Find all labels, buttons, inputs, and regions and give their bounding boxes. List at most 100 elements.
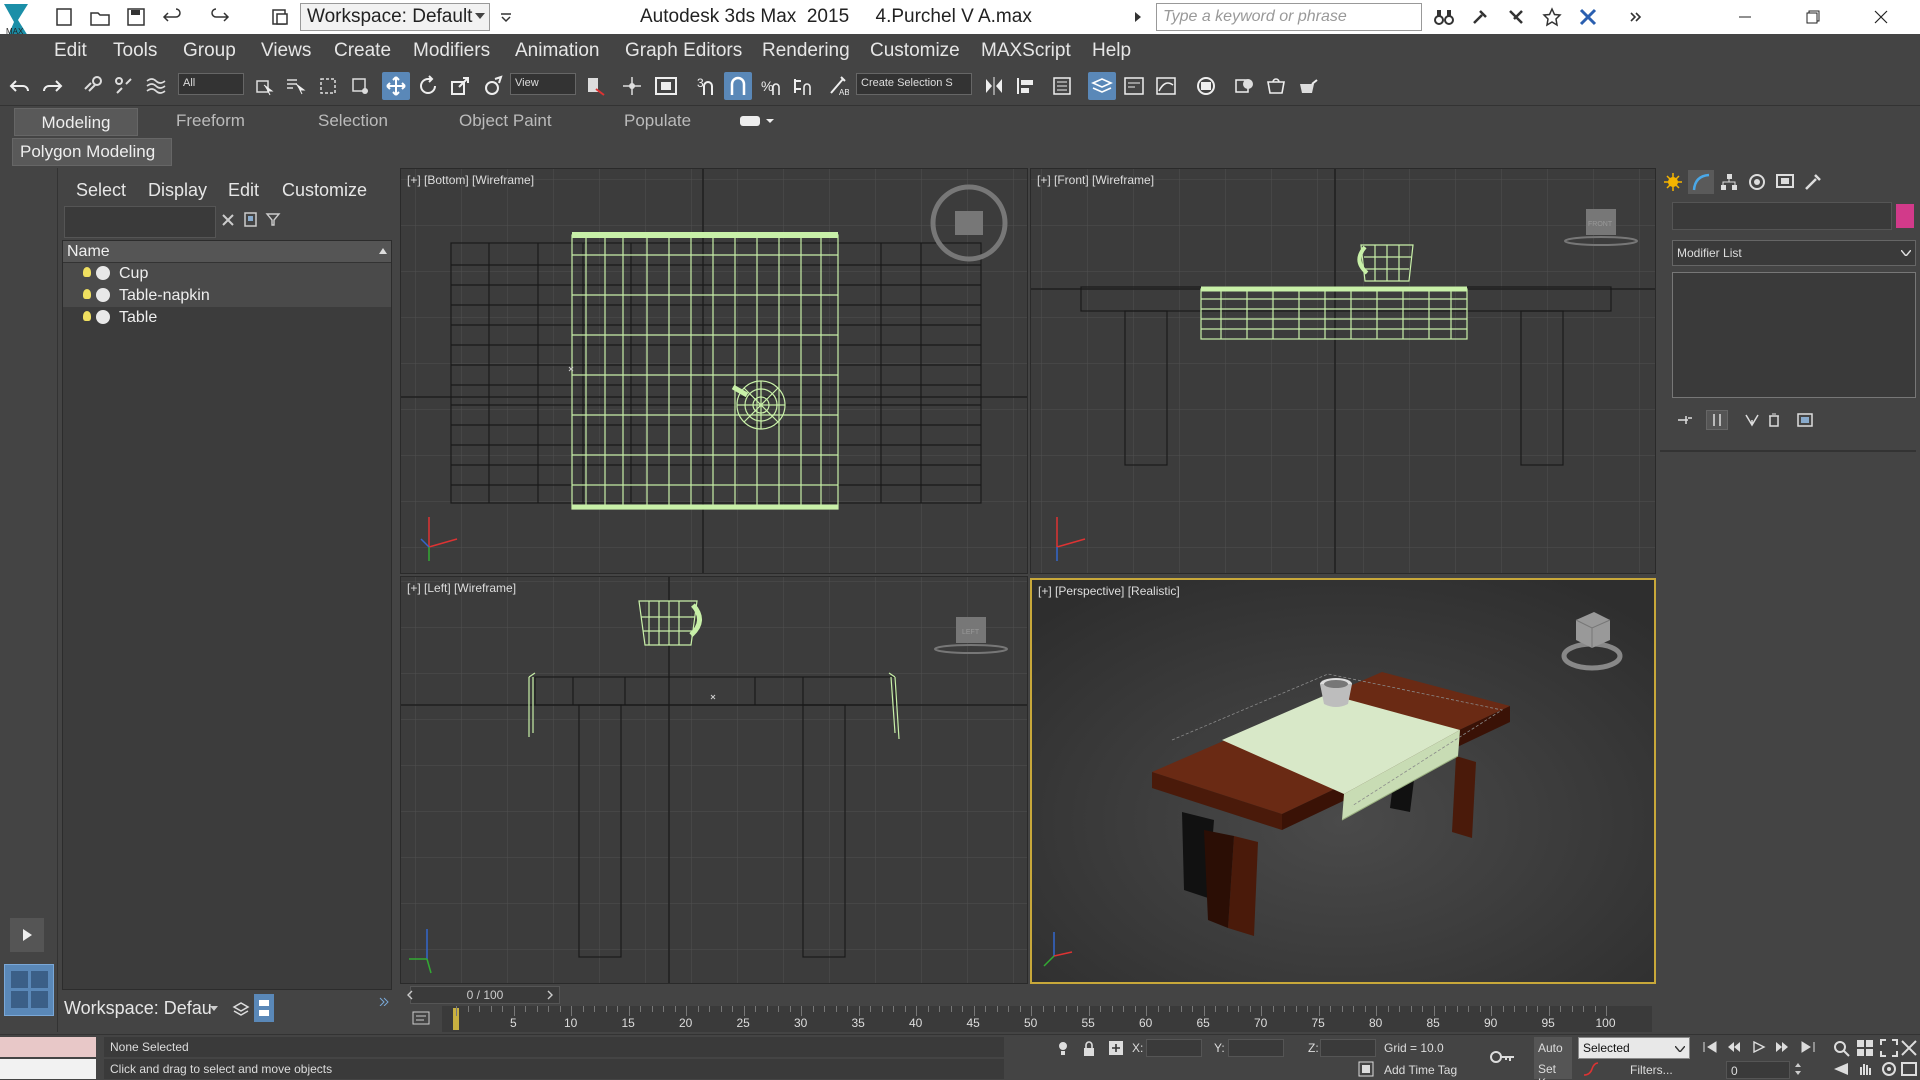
menu-group[interactable]: Group bbox=[183, 40, 236, 62]
viewport-label[interactable]: [+] [Bottom] [Wireframe] bbox=[407, 173, 534, 187]
zoom-all-icon[interactable] bbox=[1856, 1039, 1874, 1057]
field-of-view-icon[interactable] bbox=[1832, 1061, 1850, 1077]
clear-filter-icon[interactable] bbox=[220, 212, 236, 228]
named-selection-dropdown[interactable]: Create Selection S bbox=[856, 73, 972, 95]
add-time-tag-button[interactable]: Add Time Tag bbox=[1384, 1063, 1457, 1077]
angle-snap-icon[interactable] bbox=[724, 72, 752, 100]
list-item[interactable]: Table bbox=[63, 307, 391, 329]
hierarchy-tab-icon[interactable] bbox=[1716, 170, 1742, 194]
ribbon-options-icon[interactable] bbox=[740, 113, 774, 129]
object-name-field[interactable] bbox=[1672, 202, 1892, 230]
menu-create[interactable]: Create bbox=[334, 40, 391, 62]
time-slider[interactable]: 0 / 100 bbox=[410, 986, 560, 1004]
se-menu-customize[interactable]: Customize bbox=[282, 180, 367, 201]
viewport-layout-icon[interactable] bbox=[4, 964, 54, 1016]
keyboard-shortcut-override-icon[interactable] bbox=[652, 72, 680, 100]
curve-editor-icon[interactable] bbox=[1152, 72, 1180, 100]
communication-center-icon[interactable] bbox=[1502, 4, 1530, 30]
visibility-icon[interactable] bbox=[96, 310, 110, 324]
expand-search-icon[interactable] bbox=[1130, 4, 1146, 30]
menu-views[interactable]: Views bbox=[261, 40, 311, 62]
modify-tab-icon[interactable] bbox=[1688, 170, 1714, 194]
menu-graph-editors[interactable]: Graph Editors bbox=[625, 40, 742, 62]
x-coord-field[interactable] bbox=[1146, 1039, 1202, 1057]
utilities-tab-icon[interactable] bbox=[1800, 170, 1826, 194]
search-input[interactable]: Type a keyword or phrase bbox=[1156, 3, 1422, 31]
ribbon-tab-modeling[interactable]: Modeling bbox=[14, 108, 138, 136]
select-and-place-icon[interactable] bbox=[478, 72, 506, 100]
mirror-icon[interactable] bbox=[980, 72, 1008, 100]
pan-icon[interactable] bbox=[1856, 1061, 1874, 1077]
previous-frame-icon[interactable] bbox=[1726, 1041, 1742, 1053]
isolate-selection-icon[interactable] bbox=[1056, 1041, 1070, 1057]
minimize-button[interactable] bbox=[1712, 0, 1778, 34]
viewport-perspective[interactable]: [+] [Perspective] [Realistic] bbox=[1030, 578, 1656, 984]
render-setup-icon[interactable] bbox=[1262, 72, 1290, 100]
redo-icon[interactable] bbox=[206, 4, 234, 30]
select-and-scale-icon[interactable] bbox=[446, 72, 474, 100]
light-bulb-icon[interactable] bbox=[83, 267, 91, 277]
maximize-viewport-icon[interactable] bbox=[1900, 1061, 1918, 1077]
chevron-down-icon[interactable] bbox=[210, 1006, 218, 1011]
manipulate-icon[interactable] bbox=[618, 72, 646, 100]
go-to-end-icon[interactable] bbox=[1800, 1041, 1816, 1053]
viewport-label[interactable]: [+] [Left] [Wireframe] bbox=[407, 581, 516, 595]
menu-maxscript[interactable]: MAXScript bbox=[981, 40, 1071, 62]
more-icon[interactable] bbox=[1622, 4, 1650, 30]
set-key-icon[interactable] bbox=[1490, 1049, 1516, 1065]
select-by-name-icon[interactable] bbox=[282, 72, 310, 100]
ribbon-tab-selection[interactable]: Selection bbox=[318, 111, 388, 131]
toggle-scene-explorer-icon[interactable] bbox=[1048, 72, 1076, 100]
viewport-label[interactable]: [+] [Perspective] [Realistic] bbox=[1038, 584, 1180, 598]
light-bulb-icon[interactable] bbox=[83, 289, 91, 299]
render-production-icon[interactable] bbox=[1294, 72, 1322, 100]
align-icon[interactable] bbox=[1012, 72, 1040, 100]
go-to-start-icon[interactable] bbox=[1702, 1041, 1718, 1053]
ribbon-tab-populate[interactable]: Populate bbox=[624, 111, 691, 131]
expand-layout-icon[interactable] bbox=[10, 918, 44, 952]
modifier-list-dropdown[interactable]: Modifier List bbox=[1672, 240, 1916, 266]
workspace-dropdown[interactable]: Workspace: Default bbox=[300, 3, 490, 31]
se-menu-display[interactable]: Display bbox=[148, 180, 207, 201]
edit-named-selection-icon[interactable]: ABC bbox=[824, 72, 852, 100]
timeline-track[interactable]: 5 10 15 20 25 30 35 40 45 50 55 60 65 70 75 80 85 90 95 100 bbox=[442, 1006, 1652, 1032]
window-crossing-icon[interactable] bbox=[346, 72, 374, 100]
create-tab-icon[interactable] bbox=[1660, 170, 1686, 194]
add-filter-icon[interactable] bbox=[242, 210, 260, 228]
reference-coordinate-dropdown[interactable]: View bbox=[510, 73, 576, 95]
current-frame-field[interactable]: 0 bbox=[1726, 1061, 1790, 1079]
menu-tools[interactable]: Tools bbox=[113, 40, 157, 62]
new-file-icon[interactable] bbox=[50, 4, 78, 30]
polygon-modeling-panel[interactable]: Polygon Modeling bbox=[12, 138, 172, 166]
key-filter-dropdown[interactable]: Selected bbox=[1578, 1037, 1690, 1059]
ribbon-tab-object-paint[interactable]: Object Paint bbox=[459, 111, 552, 131]
maxscript-listener-mini[interactable] bbox=[0, 1037, 96, 1057]
hierarchy-explorer-icon[interactable] bbox=[254, 994, 274, 1022]
visibility-icon[interactable] bbox=[96, 288, 110, 302]
menu-animation[interactable]: Animation bbox=[515, 40, 600, 62]
orbit-icon[interactable] bbox=[1880, 1061, 1898, 1077]
next-frame-icon[interactable] bbox=[1774, 1041, 1790, 1053]
explorer-workspace-dropdown[interactable]: Workspace: Defau bbox=[64, 998, 212, 1019]
collapse-panel-icon[interactable] bbox=[378, 996, 390, 1006]
visibility-icon[interactable] bbox=[96, 266, 110, 280]
se-menu-edit[interactable]: Edit bbox=[228, 180, 259, 201]
mini-curve-editor-icon[interactable] bbox=[412, 1010, 430, 1026]
time-slider-next-icon[interactable] bbox=[546, 990, 554, 1000]
selection-filter-dropdown[interactable]: All bbox=[178, 73, 244, 95]
time-tag-icon[interactable] bbox=[1358, 1061, 1374, 1077]
make-unique-icon[interactable] bbox=[1744, 412, 1762, 428]
exchange-apps-icon[interactable] bbox=[1574, 4, 1602, 30]
binoculars-icon[interactable] bbox=[1430, 4, 1458, 30]
viewport-bottom[interactable]: [+] [Bottom] [Wireframe] bbox=[400, 168, 1028, 574]
key-filters-button[interactable]: Filters... bbox=[1630, 1063, 1673, 1077]
spinner-icon[interactable] bbox=[1794, 1061, 1802, 1077]
maxscript-output-mini[interactable] bbox=[0, 1059, 96, 1079]
auto-key-button[interactable]: Auto bbox=[1534, 1037, 1572, 1059]
pivot-center-icon[interactable] bbox=[582, 72, 610, 100]
close-button[interactable] bbox=[1848, 0, 1914, 34]
object-color-swatch[interactable] bbox=[1896, 204, 1914, 228]
rectangular-selection-icon[interactable] bbox=[314, 72, 342, 100]
se-menu-select[interactable]: Select bbox=[76, 180, 126, 201]
list-item[interactable]: Cup bbox=[63, 263, 391, 285]
